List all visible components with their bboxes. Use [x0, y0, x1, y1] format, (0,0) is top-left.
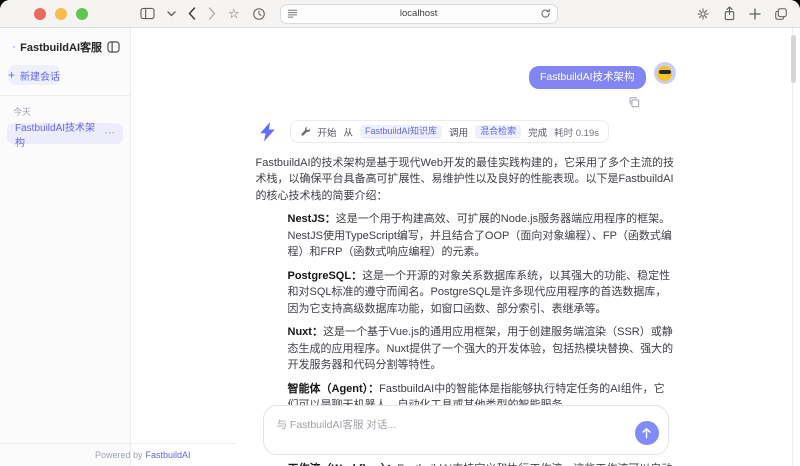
- bookmark-star-icon[interactable]: ☆: [228, 7, 240, 20]
- tech-item: 工作流（Workflow）：FastbuildAI支持定义和执行工作流，这些工作…: [288, 461, 676, 466]
- user-message-row: FastbuildAI技术架构: [256, 62, 676, 89]
- sidebar: FastbuildAI客服 + 新建会话 今天 FastbuildAI技术架构 …: [0, 28, 131, 466]
- tab-overview-icon[interactable]: [774, 7, 788, 21]
- chat-thread: FastbuildAI技术架构: [256, 28, 676, 466]
- browser-window: ☆ localhost: [0, 0, 800, 466]
- status-from-label: 从: [344, 125, 354, 139]
- close-window-button[interactable]: [34, 8, 46, 20]
- new-chat-button[interactable]: + 新建会话: [8, 65, 60, 85]
- arrow-up-icon: [641, 427, 652, 439]
- conversation-more-icon[interactable]: ⋯: [104, 128, 116, 139]
- conversation-title: FastbuildAI技术架构: [15, 119, 104, 149]
- retrieval-method-badge: 混合检索: [475, 125, 521, 139]
- knowledge-base-badge: FastbuildAI知识库: [360, 125, 442, 139]
- powered-by-brand-link[interactable]: FastbuildAI: [146, 450, 191, 460]
- user-message-bubble: FastbuildAI技术架构: [529, 66, 646, 89]
- new-tab-plus-icon[interactable]: [749, 8, 761, 20]
- tech-term: 智能体（Agent）：: [288, 383, 380, 395]
- status-call-label: 调用: [449, 125, 468, 139]
- assistant-avatar-bolt-icon: [256, 120, 280, 144]
- powered-by-label: Powered by: [95, 450, 143, 460]
- powered-by-footer: Powered by FastbuildAI: [0, 443, 236, 466]
- reader-page-icon[interactable]: [287, 8, 298, 19]
- reload-icon[interactable]: [540, 8, 551, 19]
- send-button[interactable]: [635, 421, 659, 445]
- sidebar-header: FastbuildAI客服: [0, 28, 130, 64]
- chevron-down-icon[interactable]: [167, 11, 176, 17]
- share-icon[interactable]: [723, 6, 736, 21]
- user-avatar: [654, 62, 676, 84]
- tech-term: PostgreSQL：: [288, 270, 363, 282]
- history-clock-icon[interactable]: [252, 7, 266, 21]
- chat-main: FastbuildAI技术架构: [131, 28, 800, 466]
- new-chat-label: 新建会话: [20, 68, 60, 83]
- tech-item: Nuxt：这是一个基于Vue.js的通用应用框架，用于创建服务端渲染（SSR）或…: [288, 324, 676, 374]
- tech-term: Nuxt：: [288, 326, 323, 338]
- tech-desc: 这是一个用于构建高效、可扩展的Node.js服务器端应用程序的框架。NestJS…: [288, 213, 672, 258]
- address-bar[interactable]: localhost: [280, 4, 558, 24]
- scrollbar-thumb[interactable]: [791, 35, 796, 83]
- chat-input-container: [263, 405, 669, 455]
- status-done-label: 完成: [528, 125, 547, 139]
- zoom-window-button[interactable]: [76, 8, 88, 20]
- tech-item: PostgreSQL：这是一个开源的对象关系数据库系统，以其强大的功能、稳定性和…: [288, 268, 676, 318]
- browser-sidebar-toggle-icon[interactable]: [140, 7, 155, 20]
- minimize-window-button[interactable]: [55, 8, 67, 20]
- forward-button-icon[interactable]: [208, 7, 216, 20]
- window-controls: [34, 8, 88, 20]
- app-title: FastbuildAI客服: [20, 39, 102, 55]
- sidebar-conversation-item[interactable]: FastbuildAI技术架构 ⋯: [7, 123, 123, 144]
- app-root: FastbuildAI客服 + 新建会话 今天 FastbuildAI技术架构 …: [0, 28, 800, 466]
- browser-toolbar: ☆ localhost: [0, 0, 800, 28]
- copy-icon[interactable]: [628, 96, 640, 108]
- scrollbar-track: [792, 28, 793, 466]
- status-elapsed-label: 耗时 0.19s: [554, 125, 599, 139]
- sidebar-collapse-icon[interactable]: [107, 41, 120, 53]
- avatar-face: [657, 66, 672, 81]
- status-start-label: 开始: [318, 125, 337, 139]
- chat-input[interactable]: [264, 406, 668, 454]
- answer-intro: FastbuildAI的技术架构是基于现代Web开发的最佳实践构建的，它采用了多…: [256, 155, 676, 205]
- back-button-icon[interactable]: [188, 7, 196, 20]
- extensions-gear-icon[interactable]: [696, 7, 710, 21]
- message-actions-row: [256, 96, 676, 108]
- app-logo-bolt-icon: [13, 39, 15, 55]
- tech-term: NestJS：: [288, 213, 336, 225]
- plus-icon: +: [8, 69, 15, 81]
- assistant-message-header: 开始 从 FastbuildAI知识库 调用 混合检索 完成 耗时 0.19s: [256, 120, 676, 144]
- wrench-icon: [300, 126, 311, 137]
- tool-call-status-pill[interactable]: 开始 从 FastbuildAI知识库 调用 混合检索 完成 耗时 0.19s: [290, 120, 610, 143]
- url-text[interactable]: localhost: [298, 8, 540, 19]
- tech-item: NestJS：这是一个用于构建高效、可扩展的Node.js服务器端应用程序的框架…: [288, 211, 676, 261]
- tech-term: 工作流（Workflow）：: [288, 463, 398, 466]
- tech-desc: 这是一个基于Vue.js的通用应用框架，用于创建服务端渲染（SSR）或静态生成的…: [288, 326, 674, 371]
